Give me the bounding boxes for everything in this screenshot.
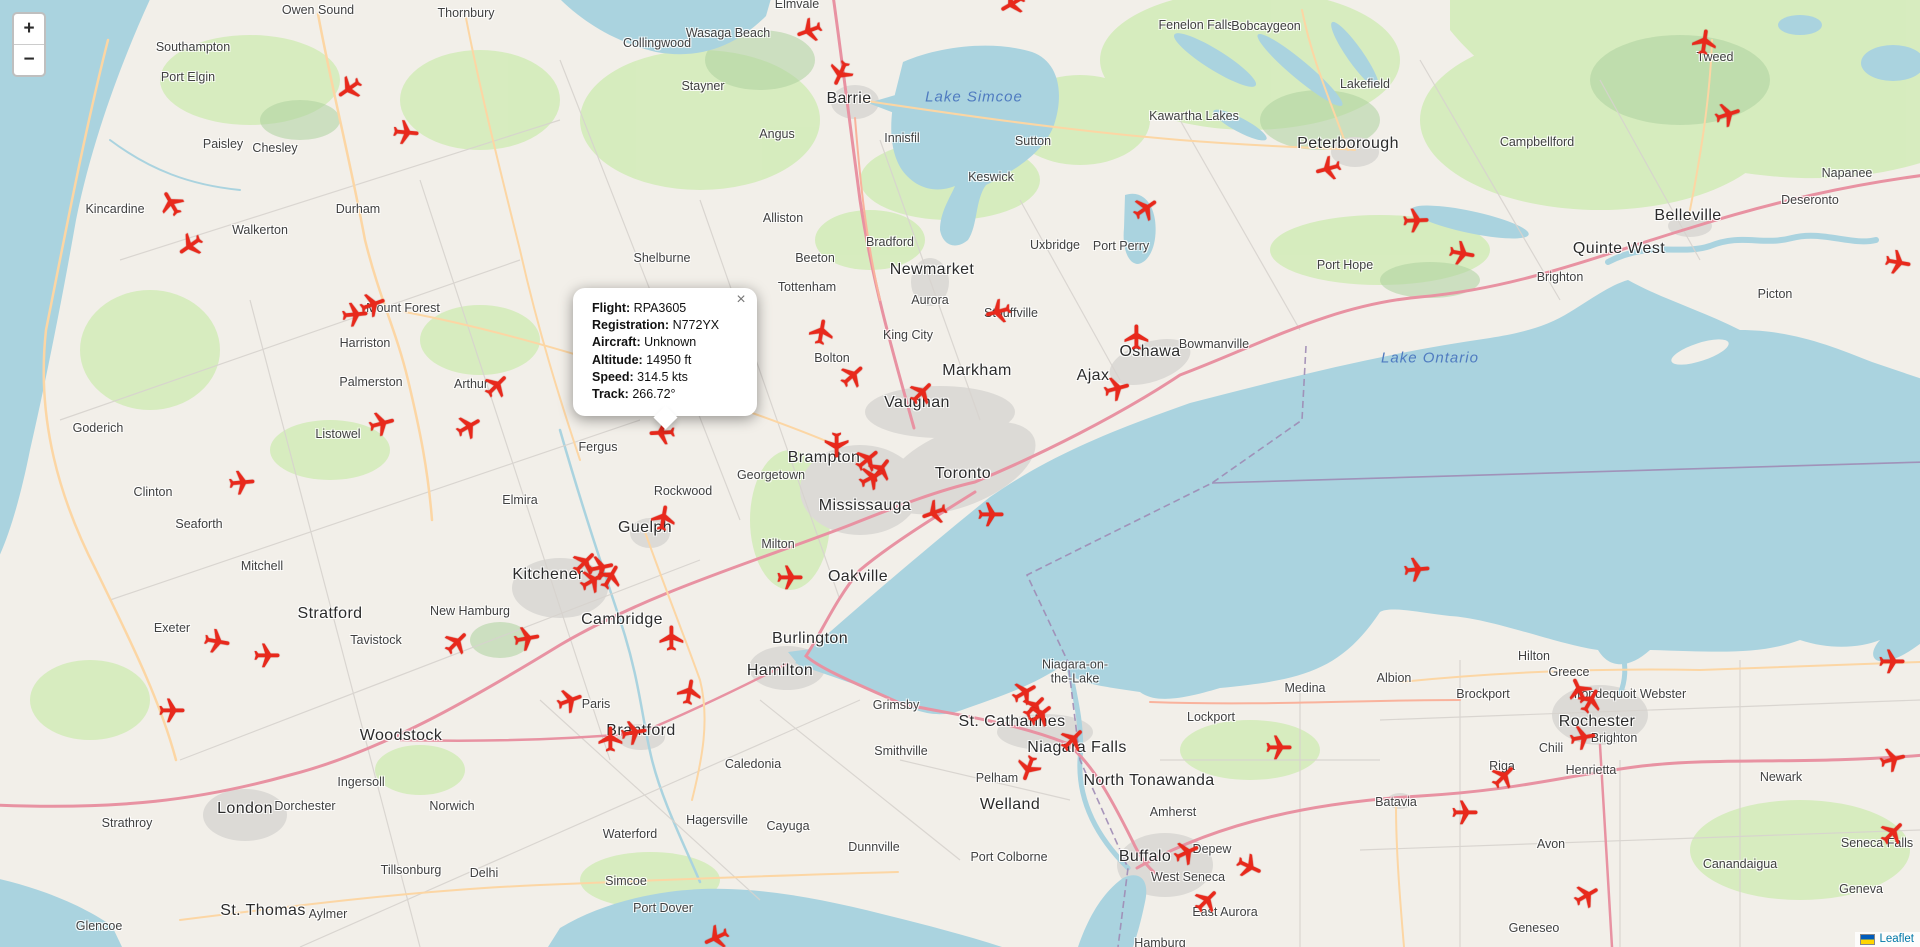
aircraft-marker[interactable] [157,696,187,726]
airplane-icon [1400,205,1431,236]
airplane-icon [510,622,545,657]
airplane-icon [226,467,259,500]
aircraft-marker[interactable] [1688,25,1722,59]
airplane-icon [157,696,187,726]
airplane-icon [1881,246,1916,281]
aircraft-marker[interactable] [1400,205,1431,236]
flight-tracker-map[interactable]: Owen SoundThornburySouthamptonPort Elgin… [0,0,1920,947]
airplane-icon [657,623,687,653]
airplane-icon [821,430,851,460]
aircraft-marker[interactable] [821,430,851,460]
airplane-icon [976,500,1006,530]
popup-field-flight: Flight: RPA3605 [592,300,738,317]
airplane-icon [390,117,423,150]
aircraft-marker[interactable] [1264,733,1294,763]
airplane-icon [775,563,805,593]
aircraft-marker[interactable] [252,641,282,671]
ukraine-flag-icon [1860,934,1875,945]
attribution-bar: Leaflet [1855,932,1920,947]
aircraft-marker[interactable] [1445,237,1480,272]
airplane-icon [252,641,282,671]
aircraft-marker[interactable] [647,501,682,536]
airplane-icon [617,716,652,751]
airplane-icon [1566,721,1601,756]
map-background [0,0,1920,947]
aircraft-marker[interactable] [805,315,840,350]
aircraft-marker[interactable] [976,500,1006,530]
leaflet-attribution-link[interactable]: Leaflet [1879,933,1914,945]
zoom-in-button[interactable]: + [14,14,44,45]
aircraft-marker[interactable] [1566,721,1601,756]
airplane-icon [1688,25,1722,59]
aircraft-marker[interactable] [1877,647,1907,677]
aircraft-marker[interactable] [200,625,235,660]
aircraft-marker[interactable] [1881,246,1916,281]
aircraft-marker[interactable] [673,675,708,710]
aircraft-marker[interactable] [1122,322,1152,352]
airplane-icon [805,315,840,350]
zoom-control: + − [12,12,46,77]
popup-field-aircraft: Aircraft: Unknown [592,334,738,351]
aircraft-marker[interactable] [657,623,687,653]
popup-field-altitude: Altitude: 14950 ft [592,352,738,369]
airplane-icon [200,625,235,660]
aircraft-marker[interactable] [617,716,652,751]
airplane-icon [647,501,682,536]
airplane-icon [1401,554,1434,587]
aircraft-marker[interactable] [226,467,259,500]
airplane-icon [1445,237,1480,272]
popup-content: Flight: RPA3605Registration: N772YXAircr… [592,300,738,403]
popup-field-registration: Registration: N772YX [592,317,738,334]
aircraft-marker[interactable] [1450,798,1480,828]
aircraft-marker[interactable] [510,622,545,657]
aircraft-marker[interactable] [390,117,423,150]
airplane-icon [1450,798,1480,828]
aircraft-marker[interactable] [1401,554,1434,587]
airplane-icon [1122,322,1152,352]
airplane-icon [1877,647,1907,677]
flight-info-popup: × Flight: RPA3605Registration: N772YXAir… [573,288,757,416]
airplane-icon [1264,733,1294,763]
airplane-icon [673,675,708,710]
popup-field-track: Track: 266.72° [592,386,738,403]
zoom-out-button[interactable]: − [14,45,44,75]
aircraft-marker[interactable] [775,563,805,593]
popup-field-speed: Speed: 314.5 kts [592,369,738,386]
popup-close-button[interactable]: × [732,293,750,307]
